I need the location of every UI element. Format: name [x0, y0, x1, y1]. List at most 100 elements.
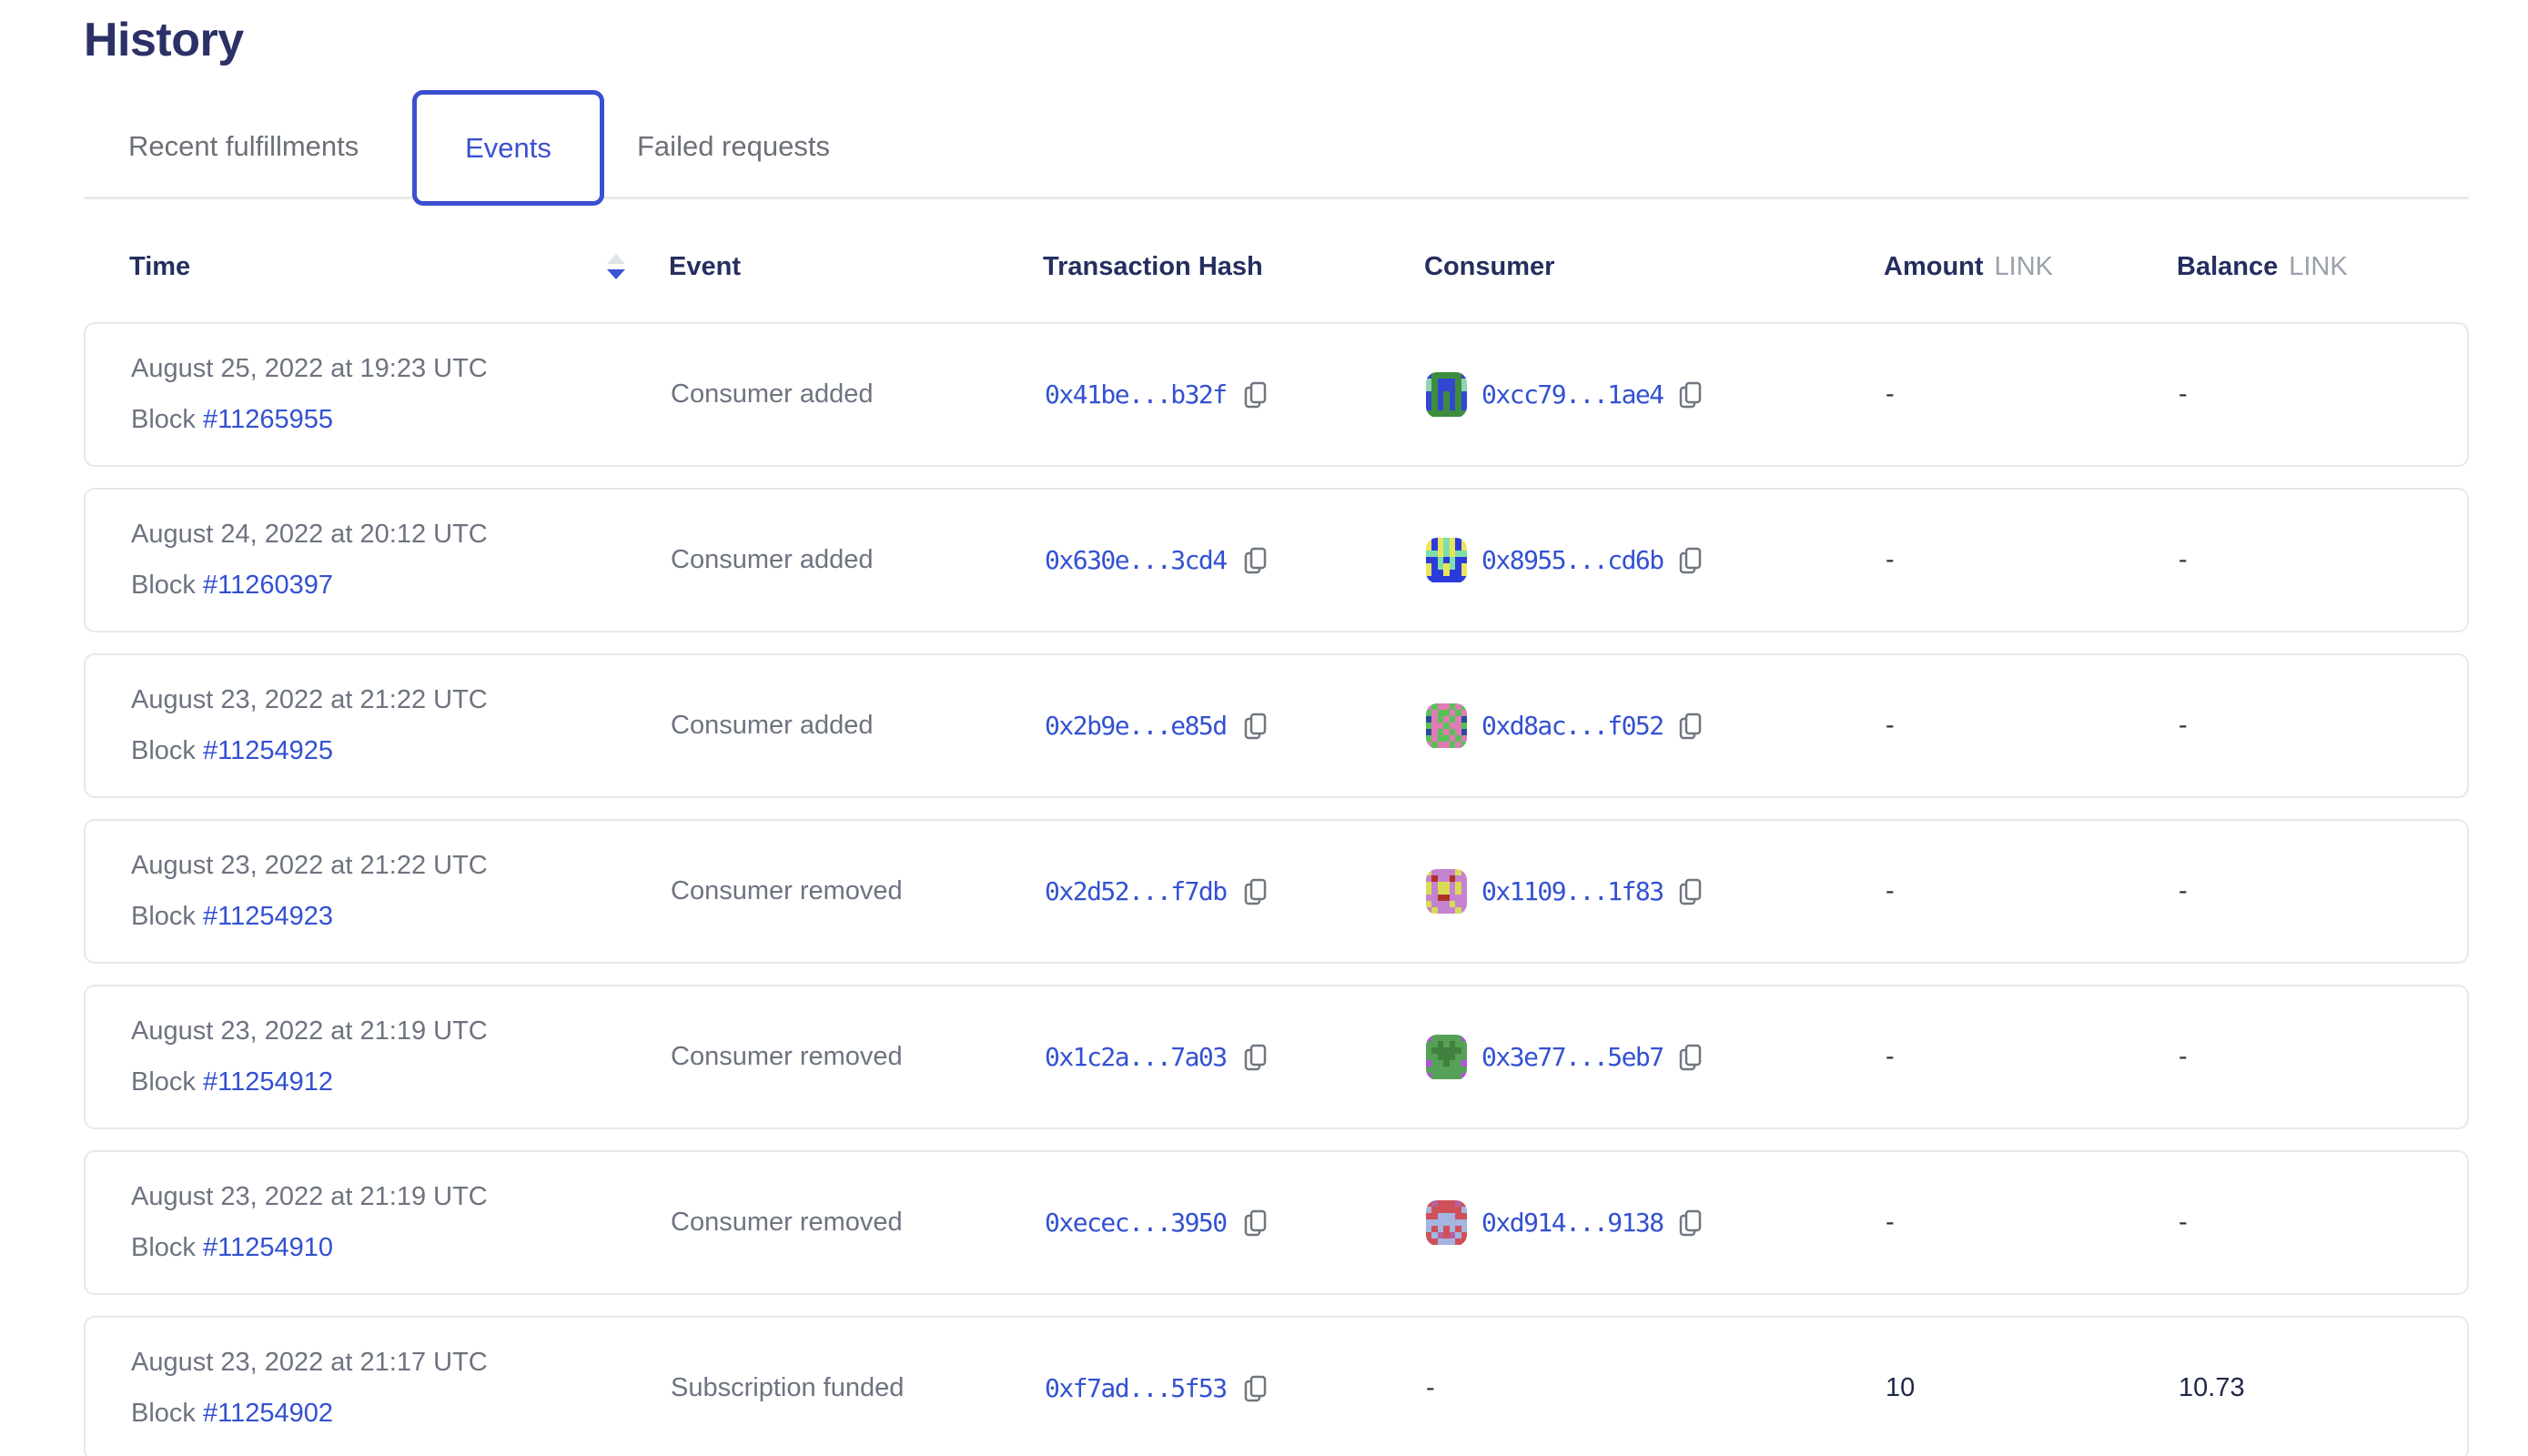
page-title: History	[84, 13, 244, 67]
tab-recent-fulfillments[interactable]: Recent fulfillments	[128, 130, 359, 163]
time-cell: August 25, 2022 at 19:23 UTC Block #1126…	[131, 356, 671, 433]
copy-icon	[1678, 877, 1704, 906]
time-cell: August 23, 2022 at 21:22 UTC Block #1125…	[131, 853, 671, 930]
copy-icon	[1243, 712, 1269, 741]
row-time: August 23, 2022 at 21:22 UTC	[131, 853, 671, 879]
column-header-balance: Balance LINK	[2177, 252, 2469, 282]
row-time: August 23, 2022 at 21:19 UTC	[131, 1184, 671, 1210]
block-number-link[interactable]: #11265955	[203, 405, 333, 434]
block-line: Block #11260397	[131, 572, 671, 599]
transaction-hash-link[interactable]: 0xf7ad...5f53	[1045, 1373, 1227, 1403]
block-number-link[interactable]: #11254910	[203, 1233, 333, 1262]
copy-transaction-hash-button[interactable]	[1243, 546, 1269, 575]
transaction-hash-link[interactable]: 0x630e...3cd4	[1045, 545, 1227, 575]
row-time: August 23, 2022 at 21:17 UTC	[131, 1350, 671, 1376]
block-label: Block	[131, 571, 203, 600]
copy-consumer-address-button[interactable]	[1678, 1043, 1704, 1072]
amount-label: Amount	[1884, 252, 1984, 281]
transaction-hash-cell: 0xf7ad...5f53	[1045, 1373, 1426, 1403]
row-balance: -	[2179, 711, 2471, 741]
copy-consumer-address-button[interactable]	[1678, 1208, 1704, 1238]
row-event: Subscription funded	[671, 1375, 1045, 1401]
time-cell: August 24, 2022 at 20:12 UTC Block #1126…	[131, 521, 671, 599]
consumer-address-link[interactable]: 0xd914...9138	[1481, 1208, 1663, 1238]
consumer-address-link[interactable]: 0x8955...cd6b	[1481, 545, 1663, 575]
row-time: August 23, 2022 at 21:22 UTC	[131, 687, 671, 713]
block-line: Block #11254923	[131, 904, 671, 930]
row-time: August 25, 2022 at 19:23 UTC	[131, 356, 671, 382]
row-event: Consumer removed	[671, 1209, 1045, 1236]
transaction-hash-link[interactable]: 0xecec...3950	[1045, 1208, 1227, 1238]
copy-transaction-hash-button[interactable]	[1243, 712, 1269, 741]
block-number-link[interactable]: #11254925	[203, 736, 333, 765]
copy-transaction-hash-button[interactable]	[1243, 1043, 1269, 1072]
copy-icon	[1678, 380, 1704, 410]
copy-icon	[1678, 712, 1704, 741]
consumer-address-link[interactable]: 0xcc79...1ae4	[1481, 379, 1663, 410]
transaction-hash-link[interactable]: 0x2d52...f7db	[1045, 876, 1227, 906]
table-row: August 25, 2022 at 19:23 UTC Block #1126…	[84, 322, 2469, 467]
history-page: History Recent fulfillments Events Faile…	[0, 0, 2528, 1456]
column-header-time[interactable]: Time	[129, 252, 669, 282]
balance-label: Balance	[2177, 252, 2278, 281]
block-line: Block #11254925	[131, 738, 671, 764]
table-row: August 24, 2022 at 20:12 UTC Block #1126…	[84, 488, 2469, 632]
block-label: Block	[131, 1233, 203, 1262]
time-column-label: Time	[129, 252, 190, 282]
block-label: Block	[131, 1067, 203, 1097]
transaction-hash-cell: 0x1c2a...7a03	[1045, 1042, 1426, 1072]
copy-consumer-address-button[interactable]	[1678, 380, 1704, 410]
consumer-avatar	[1426, 372, 1467, 418]
row-balance: -	[2179, 379, 2471, 410]
copy-transaction-hash-button[interactable]	[1243, 1208, 1269, 1238]
copy-transaction-hash-button[interactable]	[1243, 1374, 1269, 1403]
table-row: August 23, 2022 at 21:22 UTC Block #1125…	[84, 819, 2469, 964]
consumer-cell: 0x3e77...5eb7	[1426, 1035, 1886, 1080]
row-amount: -	[1886, 1208, 2179, 1238]
block-label: Block	[131, 902, 203, 931]
transaction-hash-link[interactable]: 0x2b9e...e85d	[1045, 711, 1227, 741]
balance-unit-label: LINK	[2289, 252, 2347, 281]
consumer-address-link[interactable]: 0xd8ac...f052	[1481, 711, 1663, 741]
row-amount: -	[1886, 876, 2179, 906]
transaction-hash-link[interactable]: 0x41be...b32f	[1045, 379, 1227, 410]
column-header-amount: Amount LINK	[1884, 252, 2177, 282]
sort-desc-icon	[605, 252, 627, 281]
amount-unit-label: LINK	[1995, 252, 2053, 281]
row-time: August 23, 2022 at 21:19 UTC	[131, 1018, 671, 1045]
column-header-consumer: Consumer	[1424, 252, 1884, 282]
tab-events[interactable]: Events	[412, 90, 604, 206]
time-cell: August 23, 2022 at 21:19 UTC Block #1125…	[131, 1184, 671, 1261]
copy-icon	[1678, 1043, 1704, 1072]
row-balance: 10.73	[2179, 1373, 2471, 1403]
consumer-cell: 0xcc79...1ae4	[1426, 372, 1886, 418]
copy-icon	[1243, 1043, 1269, 1072]
copy-icon	[1243, 1374, 1269, 1403]
consumer-address-link[interactable]: 0x1109...1f83	[1481, 876, 1663, 906]
copy-icon	[1678, 1208, 1704, 1238]
table-row: August 23, 2022 at 21:19 UTC Block #1125…	[84, 1150, 2469, 1295]
consumer-cell: 0x8955...cd6b	[1426, 538, 1886, 583]
tab-failed-requests[interactable]: Failed requests	[637, 130, 830, 163]
block-number-link[interactable]: #11260397	[203, 571, 333, 600]
copy-consumer-address-button[interactable]	[1678, 712, 1704, 741]
copy-consumer-address-button[interactable]	[1678, 877, 1704, 906]
block-number-link[interactable]: #11254902	[203, 1399, 333, 1428]
row-amount: 10	[1886, 1373, 2179, 1403]
row-event: Consumer removed	[671, 1044, 1045, 1070]
block-number-link[interactable]: #11254923	[203, 902, 333, 931]
row-balance: -	[2179, 1042, 2471, 1072]
block-number-link[interactable]: #11254912	[203, 1067, 333, 1097]
consumer-address-link[interactable]: 0x3e77...5eb7	[1481, 1042, 1663, 1072]
transaction-hash-link[interactable]: 0x1c2a...7a03	[1045, 1042, 1227, 1072]
event-rows: August 25, 2022 at 19:23 UTC Block #1126…	[84, 322, 2469, 1456]
consumer-avatar	[1426, 1035, 1467, 1080]
row-event: Consumer added	[671, 713, 1045, 739]
block-line: Block #11265955	[131, 407, 671, 433]
row-event: Consumer removed	[671, 878, 1045, 905]
consumer-address-link: -	[1426, 1373, 1435, 1403]
copy-transaction-hash-button[interactable]	[1243, 877, 1269, 906]
table-row: August 23, 2022 at 21:22 UTC Block #1125…	[84, 653, 2469, 798]
copy-consumer-address-button[interactable]	[1678, 546, 1704, 575]
copy-transaction-hash-button[interactable]	[1243, 380, 1269, 410]
